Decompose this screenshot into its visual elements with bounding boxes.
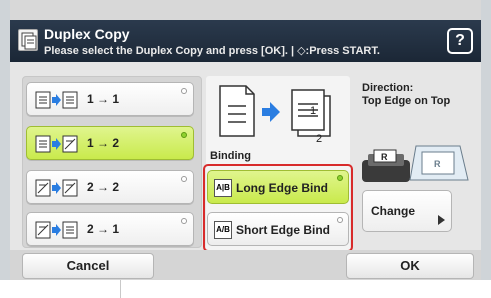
instruction-text: Please select the Duplex Copy and press … bbox=[44, 45, 380, 57]
duplex-copy-icon bbox=[18, 29, 38, 51]
help-button[interactable]: ? bbox=[447, 28, 473, 54]
change-label: Change bbox=[371, 204, 416, 218]
simplex-to-duplex-icon bbox=[35, 134, 81, 154]
direction-heading: Direction: bbox=[362, 82, 414, 94]
status-led bbox=[337, 217, 343, 223]
direction-value: Top Edge on Top bbox=[362, 95, 451, 107]
scanner-orientation-icon: R R bbox=[362, 145, 469, 182]
status-led bbox=[181, 88, 187, 94]
mode-label: 1 → 1 bbox=[87, 92, 120, 106]
short-edge-icon: A/B bbox=[214, 221, 232, 239]
preview-page-back: 2 bbox=[316, 133, 322, 145]
mode-button-2-2[interactable]: 2 → 2 bbox=[26, 170, 194, 204]
status-led bbox=[337, 175, 343, 181]
ok-button[interactable]: OK bbox=[346, 253, 474, 279]
mode-button-1-2[interactable]: 1 → 2 bbox=[26, 126, 194, 160]
change-direction-button[interactable]: Change bbox=[362, 190, 452, 232]
long-edge-label: Long Edge Bind bbox=[236, 181, 328, 195]
mode-label: 1 → 2 bbox=[87, 136, 120, 150]
binding-label: Binding bbox=[210, 150, 251, 162]
status-led bbox=[181, 176, 187, 182]
scanner-letter-1: R bbox=[381, 152, 388, 162]
duplex-to-duplex-icon bbox=[35, 178, 81, 198]
bezel-left bbox=[0, 0, 10, 298]
status-led bbox=[181, 218, 187, 224]
mode-label: 2 → 1 bbox=[87, 222, 120, 236]
duplex-preview-illustration: 1 2 bbox=[219, 85, 331, 145]
cancel-button[interactable]: Cancel bbox=[22, 253, 154, 279]
mode-button-2-1[interactable]: 2 → 1 bbox=[26, 212, 194, 246]
scanner-letter-2: R bbox=[434, 159, 441, 169]
bezel-right bbox=[481, 0, 491, 298]
mode-button-1-1[interactable]: 1 → 1 bbox=[26, 82, 194, 116]
header-bar: Duplex Copy Please select the Duplex Cop… bbox=[10, 20, 481, 62]
short-edge-label: Short Edge Bind bbox=[236, 223, 330, 237]
duplex-to-simplex-icon bbox=[35, 220, 81, 240]
long-edge-bind-button[interactable]: A|B Long Edge Bind bbox=[207, 170, 349, 204]
arrow-right-icon bbox=[438, 215, 445, 225]
page-title: Duplex Copy bbox=[44, 26, 130, 42]
direction-info: Direction: Top Edge on Top bbox=[362, 82, 450, 108]
short-edge-bind-button[interactable]: A/B Short Edge Bind bbox=[207, 212, 349, 246]
simplex-to-simplex-icon bbox=[35, 90, 81, 110]
mode-label: 2 → 2 bbox=[87, 180, 120, 194]
preview-page-front: 1 bbox=[310, 105, 316, 117]
status-led bbox=[181, 132, 187, 138]
long-edge-icon: A|B bbox=[214, 179, 232, 197]
divider bbox=[120, 280, 121, 298]
bottom-strip bbox=[0, 280, 491, 298]
